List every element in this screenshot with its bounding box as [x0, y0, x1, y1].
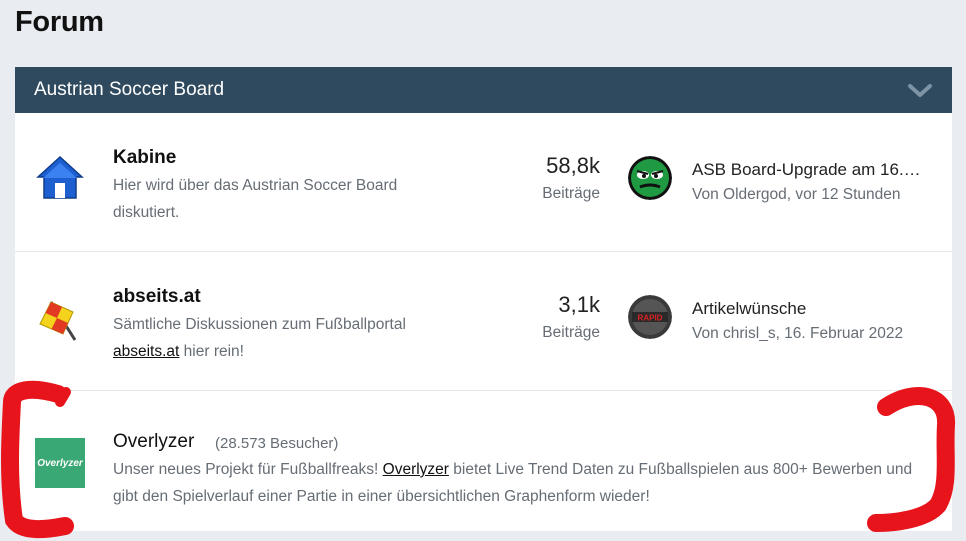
forum-description: Sämtliche Diskussionen zum Fußballportal…: [113, 311, 443, 365]
post-count: 58,8k Beiträge: [542, 153, 600, 203]
house-icon: [35, 153, 85, 203]
last-post-meta: Von Oldergod, vor 12 Stunden: [692, 186, 901, 203]
overlyzer-link[interactable]: Overlyzer: [383, 461, 449, 478]
description-text: Unser neues Projekt für Fußballfreaks!: [113, 461, 383, 478]
forum-row-abseits: abseits.at Sämtliche Diskussionen zum Fu…: [15, 252, 952, 391]
page-title: Forum: [15, 6, 104, 38]
forum-title[interactable]: abseits.at: [113, 286, 201, 308]
abseits-link[interactable]: abseits.at: [113, 343, 179, 360]
forum-description: Hier wird über das Austrian Soccer Board…: [113, 177, 398, 221]
category-title[interactable]: Austrian Soccer Board: [34, 79, 224, 101]
forum-category-panel: Austrian Soccer Board Kabine Hier wird ü…: [15, 67, 952, 531]
description-text: hier rein!: [179, 343, 244, 360]
forum-row-kabine: Kabine Hier wird über das Austrian Socce…: [15, 113, 952, 252]
description-text: Sämtliche Diskussionen zum Fußballportal: [113, 316, 406, 333]
post-count-label: Beiträge: [542, 185, 600, 202]
linesman-flag-icon: [35, 292, 85, 342]
forum-title[interactable]: Overlyzer: [113, 431, 194, 453]
post-count-label: Beiträge: [542, 324, 600, 341]
last-post-meta: Von chrisl_s, 16. Februar 2022: [692, 325, 904, 342]
chevron-down-icon[interactable]: [906, 80, 934, 100]
visitor-count: (28.573 Besucher): [215, 435, 339, 452]
last-post-title[interactable]: ASB Board-Upgrade am 16.…: [692, 160, 937, 180]
avatar[interactable]: RAPID: [628, 295, 672, 339]
svg-text:RAPID: RAPID: [638, 314, 663, 323]
forum-title[interactable]: Kabine: [113, 147, 176, 169]
category-header[interactable]: Austrian Soccer Board: [15, 67, 952, 113]
last-post-title[interactable]: Artikelwünsche: [692, 299, 937, 319]
red-bracket-left-annotation: [1, 380, 74, 539]
post-count-value: 58,8k: [546, 153, 600, 178]
forum-description: Unser neues Projekt für Fußballfreaks! O…: [113, 456, 933, 510]
red-bracket-right-annotation: [867, 387, 955, 532]
forum-row-overlyzer: Overlyzer Overlyzer (28.573 Besucher) Un…: [15, 391, 952, 529]
post-count-value: 3,1k: [558, 292, 600, 317]
post-count: 3,1k Beiträge: [542, 292, 600, 342]
avatar[interactable]: [628, 156, 672, 200]
